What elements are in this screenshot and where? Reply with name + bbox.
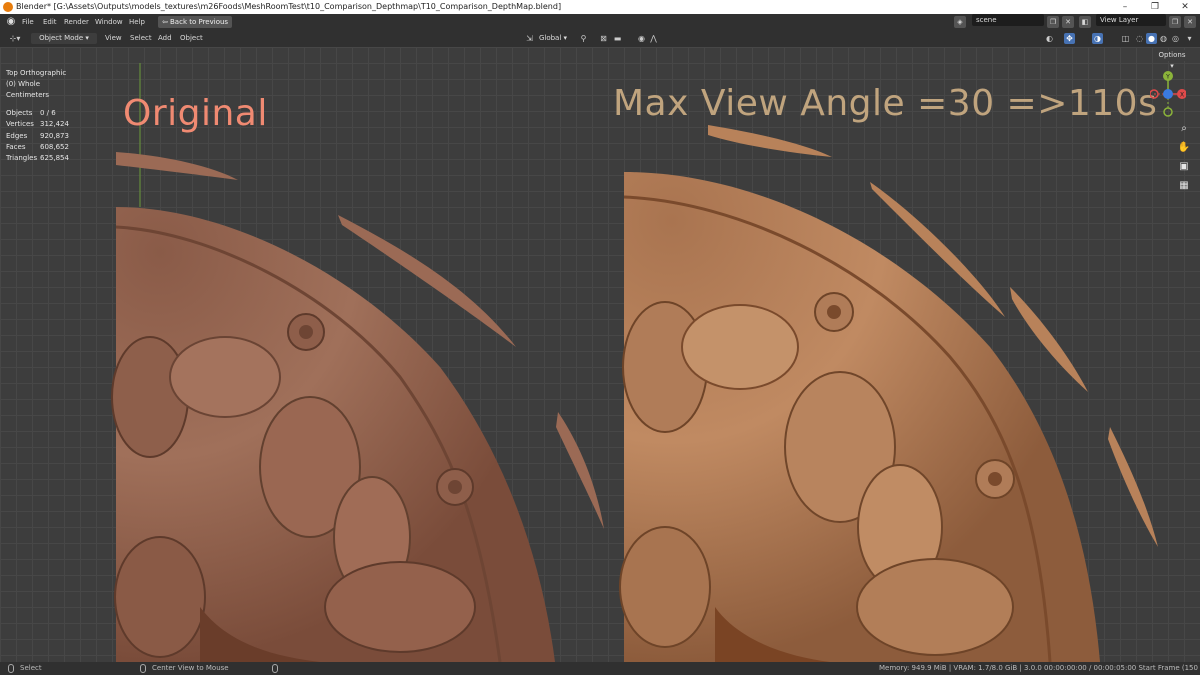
stat-label: Faces (6, 142, 26, 151)
material-shading-icon[interactable]: ◍ (1158, 33, 1169, 44)
header-menu-select[interactable]: Select (130, 30, 152, 47)
stat-label: Vertices (6, 120, 34, 129)
window-title: Blender* [G:\Assets\Outputs\models_textu… (16, 2, 562, 11)
menu-edit[interactable]: Edit (43, 14, 57, 30)
object-mode-label: Object Mode (39, 34, 84, 42)
header-menu-view[interactable]: View (105, 30, 122, 47)
scene-field[interactable]: scene (972, 14, 1044, 26)
zoom-icon[interactable]: ⌕ (1176, 121, 1192, 137)
viewport-header: ⊹▾ Object Mode ▾ View Select Add Object … (0, 30, 1200, 47)
falloff-icon[interactable]: ⋀ (648, 33, 659, 44)
back-to-previous-label: Back to Previous (170, 18, 229, 26)
pivot-icon[interactable]: ⚲ (578, 33, 589, 44)
menu-window[interactable]: Window (95, 14, 123, 30)
blender-logo-icon[interactable]: ◉ (5, 16, 17, 28)
header-menu-add[interactable]: Add (158, 30, 172, 47)
scene-new-button[interactable]: ❐ (1047, 16, 1059, 28)
status-info: Memory: 949.9 MiB | VRAM: 1.7/8.0 GiB | … (879, 664, 1200, 672)
xray-icon[interactable]: ◫ (1120, 33, 1131, 44)
gizmo-z-axis[interactable] (1163, 89, 1173, 99)
unit-system: Centimeters (6, 91, 50, 99)
stat-label: Objects (6, 109, 33, 117)
wireframe-shading-icon[interactable]: ◌ (1134, 33, 1145, 44)
3d-viewport[interactable]: Top Orthographic (0) Whole Centimeters O… (0, 47, 1200, 662)
back-icon: ⇦ (162, 18, 168, 26)
stat-row: Faces 608,652 (6, 142, 69, 153)
object-mode-dropdown[interactable]: Object Mode ▾ (31, 33, 97, 44)
stat-value: 0 / 6 (40, 109, 56, 117)
stat-label: Edges (6, 131, 28, 140)
view-layer-field[interactable]: View Layer (1096, 14, 1166, 26)
max-view-angle-mesh (619, 125, 1158, 662)
header-menu-object[interactable]: Object (180, 30, 203, 47)
view-layer-icon[interactable]: ◧ (1079, 16, 1091, 28)
navigation-tools: ⌕ ✋ ▣ ▦ (1176, 121, 1194, 197)
stat-row: Edges 920,873 (6, 131, 69, 142)
minimize-button[interactable]: – (1110, 0, 1140, 14)
scene-icon[interactable]: ◈ (954, 16, 966, 28)
stat-row: Triangles 625,854 (6, 153, 69, 164)
orientation-icon: ⇲ (526, 34, 533, 43)
rendered-shading-icon[interactable]: ◎ (1170, 33, 1181, 44)
overlay-title-max-view-angle: Max View Angle =30 =>110s (613, 83, 1158, 124)
stat-row: Objects 0 / 6 (6, 108, 69, 119)
mesh-render (111, 63, 1158, 662)
proportional-edit-icon[interactable]: ◉ (636, 33, 647, 44)
window-titlebar: Blender* [G:\Assets\Outputs\models_textu… (0, 0, 1200, 14)
mouse-left-icon (8, 664, 14, 673)
scene-statistics: Objects 0 / 6 Vertices 312,424 Edges 920,87… (6, 108, 69, 164)
maximize-button[interactable]: ❐ (1140, 0, 1170, 14)
visibility-icon[interactable]: ◐ (1044, 33, 1055, 44)
view-layer-delete-button[interactable]: ✕ (1184, 16, 1196, 28)
mouse-right-icon (272, 664, 278, 673)
status-bar: Select Center View to Mouse Memory: 949.… (0, 662, 1200, 675)
stat-value: 625,854 (40, 154, 69, 163)
stat-label: Triangles (6, 154, 38, 163)
options-label: Options (1158, 51, 1186, 59)
editor-type-button[interactable]: ⊹▾ (6, 33, 24, 44)
shading-options-icon[interactable]: ▾ (1184, 33, 1195, 44)
stat-value: 312,424 (40, 120, 69, 129)
stat-row: Vertices 312,424 (6, 119, 69, 130)
overlay-toggle-icon[interactable]: ◑ (1092, 33, 1103, 44)
transform-orientation-label: Global (538, 34, 562, 42)
mouse-middle-icon (140, 664, 146, 673)
overlay-title-original: Original (123, 93, 268, 134)
gizmo-neg-y-axis[interactable] (1163, 107, 1173, 117)
gizmo-x-label: X (1180, 92, 1184, 99)
stat-value: 608,652 (40, 142, 69, 151)
transform-orientation-dropdown[interactable]: Global ▾ (536, 33, 570, 44)
snap-increment-icon[interactable]: ▬ (612, 33, 623, 44)
hand-icon[interactable]: ✋ (1176, 140, 1192, 156)
menu-help[interactable]: Help (129, 14, 145, 30)
view-name: Top Orthographic (6, 69, 67, 77)
back-to-previous-button[interactable]: ⇦ Back to Previous (158, 16, 232, 28)
gizmo-toggle-icon[interactable]: ✥ (1064, 33, 1075, 44)
options-dropdown[interactable]: Options ▾ (1156, 50, 1188, 70)
menu-render[interactable]: Render (64, 14, 89, 30)
stat-value: 920,873 (40, 131, 69, 140)
active-collection: (0) Whole (6, 80, 41, 88)
status-select: Select (20, 664, 42, 672)
grid-icon[interactable]: ▦ (1176, 178, 1192, 194)
solid-shading-icon[interactable]: ● (1146, 33, 1157, 44)
status-center-view: Center View to Mouse (152, 664, 229, 672)
snap-icon[interactable]: ⊠ (598, 33, 609, 44)
view-layer-new-button[interactable]: ❐ (1169, 16, 1181, 28)
gizmo-y-label: Y (1165, 74, 1170, 81)
blender-icon (3, 2, 13, 12)
viewport-info: Top Orthographic (0) Whole Centimeters (6, 68, 66, 101)
close-button[interactable]: ✕ (1170, 0, 1200, 14)
original-mesh (111, 152, 604, 662)
camera-icon[interactable]: ▣ (1176, 159, 1192, 175)
scene-delete-button[interactable]: ✕ (1062, 16, 1074, 28)
top-menubar: ◉ File Edit Render Window Help ⇦ Back to … (0, 14, 1200, 30)
menu-file[interactable]: File (22, 14, 34, 30)
